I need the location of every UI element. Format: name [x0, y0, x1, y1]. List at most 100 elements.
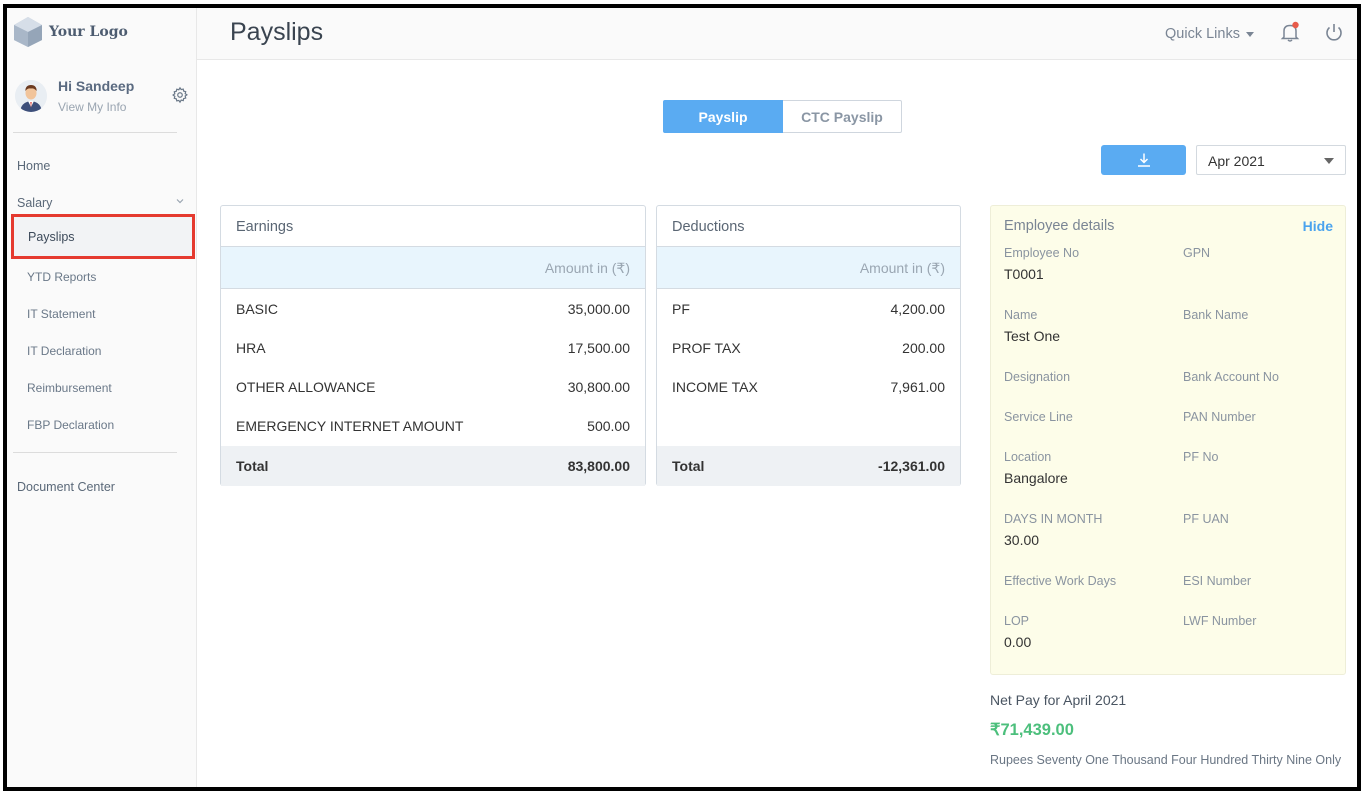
- row-label: PF: [672, 301, 690, 317]
- employee-details-panel: Employee details Hide Employee No T0001 …: [990, 205, 1346, 675]
- logo-icon: [14, 17, 42, 47]
- power-icon[interactable]: [1323, 21, 1345, 43]
- avatar[interactable]: [15, 80, 47, 112]
- table-row: BASIC 35,000.00: [221, 290, 645, 329]
- row-value: 500.00: [587, 418, 630, 434]
- sidebar-divider: [13, 452, 177, 453]
- row-value: 7,961.00: [890, 379, 946, 395]
- field-label: GPN: [1183, 246, 1211, 260]
- month-select-value: Apr 2021: [1208, 153, 1265, 169]
- nav-item-label: Payslips: [28, 230, 75, 244]
- sidebar-divider: [13, 132, 177, 133]
- total-label: Total: [236, 458, 269, 474]
- nav-item-ytd-reports[interactable]: YTD Reports: [27, 270, 96, 284]
- field-label: Location: [1004, 450, 1052, 464]
- earnings-total-row: Total 83,800.00: [221, 446, 645, 486]
- row-label: EMERGENCY INTERNET AMOUNT: [236, 418, 464, 434]
- amount-header-label: Amount in (₹): [859, 260, 945, 276]
- nav-item-it-statement[interactable]: IT Statement: [27, 307, 95, 321]
- field-label: Designation: [1004, 370, 1071, 384]
- total-value: -12,361.00: [878, 458, 945, 474]
- table-row: PROF TAX 200.00: [657, 329, 960, 368]
- field-label: Bank Name: [1183, 308, 1249, 322]
- caret-down-icon: [1324, 158, 1334, 164]
- nav-item-reimbursement[interactable]: Reimbursement: [27, 381, 112, 395]
- user-profile: Hi Sandeep View My Info: [13, 76, 188, 120]
- top-header: Payslips Quick Links: [197, 8, 1357, 60]
- net-pay-amount: ₹71,439.00: [990, 721, 1074, 739]
- gear-icon[interactable]: [171, 86, 189, 104]
- logo-text: Your Logo: [49, 24, 128, 40]
- row-label: INCOME TAX: [672, 379, 758, 395]
- field-label: ESI Number: [1183, 574, 1252, 588]
- greeting: Hi Sandeep: [58, 78, 135, 94]
- quick-links-dropdown[interactable]: Quick Links: [1165, 26, 1254, 42]
- row-label: PROF TAX: [672, 340, 741, 356]
- field-label: PF UAN: [1183, 512, 1229, 526]
- deductions-title: Deductions: [672, 219, 745, 235]
- amount-header-label: Amount in (₹): [544, 260, 630, 276]
- logo[interactable]: Your Logo: [13, 14, 128, 50]
- download-button[interactable]: [1101, 145, 1186, 175]
- field-value: T0001: [1004, 266, 1044, 282]
- net-pay-label: Net Pay for April 2021: [990, 692, 1127, 708]
- hide-button[interactable]: Hide: [1303, 218, 1333, 234]
- payslip-type-toggle: Payslip CTC Payslip: [663, 100, 902, 133]
- screenshot-frame: Your Logo Hi Sandeep View My Info Home S…: [3, 4, 1361, 791]
- row-value: 30,800.00: [567, 379, 630, 395]
- field-label: Employee No: [1004, 246, 1080, 260]
- table-row: EMERGENCY INTERNET AMOUNT 500.00: [221, 407, 645, 446]
- row-value: 200.00: [902, 340, 945, 356]
- caret-down-icon: [1245, 31, 1254, 37]
- field-value: Test One: [1004, 328, 1061, 344]
- field-label: PAN Number: [1183, 410, 1256, 424]
- field-value: Bangalore: [1004, 470, 1068, 486]
- field-label: Bank Account No: [1183, 370, 1279, 384]
- employee-details-title: Employee details: [1004, 218, 1115, 234]
- sidebar: Your Logo Hi Sandeep View My Info Home S…: [7, 8, 197, 787]
- chevron-down-icon[interactable]: [175, 196, 185, 206]
- total-label: Total: [672, 458, 705, 474]
- month-select[interactable]: Apr 2021: [1196, 145, 1346, 175]
- field-label: LWF Number: [1183, 614, 1257, 628]
- table-row: HRA 17,500.00: [221, 329, 645, 368]
- row-value: 4,200.00: [890, 301, 946, 317]
- field-label: DAYS IN MONTH: [1004, 512, 1103, 526]
- page-title: Payslips: [230, 18, 324, 46]
- nav-item-it-declaration[interactable]: IT Declaration: [27, 344, 101, 358]
- net-pay-in-words: Rupees Seventy One Thousand Four Hundred…: [990, 753, 1342, 767]
- field-label: Effective Work Days: [1004, 574, 1117, 588]
- nav-home[interactable]: Home: [17, 159, 50, 173]
- tab-ctc-payslip[interactable]: CTC Payslip: [783, 100, 902, 133]
- field-label: Service Line: [1004, 410, 1073, 424]
- nav-item-fbp-declaration[interactable]: FBP Declaration: [27, 418, 114, 432]
- field-label: LOP: [1004, 614, 1030, 628]
- total-value: 83,800.00: [567, 458, 630, 474]
- bell-icon[interactable]: [1279, 21, 1301, 43]
- row-value: 17,500.00: [567, 340, 630, 356]
- field-value: 30.00: [1004, 532, 1040, 548]
- deductions-amount-header: Amount in (₹): [657, 246, 960, 289]
- quick-links-label: Quick Links: [1165, 26, 1240, 42]
- nav-item-payslips[interactable]: Payslips: [11, 214, 195, 259]
- table-row: INCOME TAX 7,961.00: [657, 368, 960, 407]
- tab-payslip[interactable]: Payslip: [663, 100, 783, 133]
- row-label: BASIC: [236, 301, 279, 317]
- earnings-title: Earnings: [236, 219, 294, 235]
- nav-salary[interactable]: Salary: [17, 196, 52, 210]
- field-label: PF No: [1183, 450, 1219, 464]
- row-value: 35,000.00: [567, 301, 630, 317]
- deductions-total-row: Total -12,361.00: [657, 446, 960, 486]
- field-label: Name: [1004, 308, 1038, 322]
- row-label: OTHER ALLOWANCE: [236, 379, 376, 395]
- earnings-amount-header: Amount in (₹): [221, 246, 645, 289]
- table-row: PF 4,200.00: [657, 290, 960, 329]
- view-my-info-link[interactable]: View My Info: [58, 100, 126, 114]
- deductions-panel: Deductions Amount in (₹) PF 4,200.00 PRO…: [656, 205, 961, 486]
- table-row: OTHER ALLOWANCE 30,800.00: [221, 368, 645, 407]
- field-value: 0.00: [1004, 634, 1032, 650]
- download-icon: [1137, 153, 1150, 167]
- row-label: HRA: [236, 340, 266, 356]
- earnings-panel: Earnings Amount in (₹) BASIC 35,000.00 H…: [220, 205, 646, 486]
- nav-document-center[interactable]: Document Center: [17, 480, 115, 494]
